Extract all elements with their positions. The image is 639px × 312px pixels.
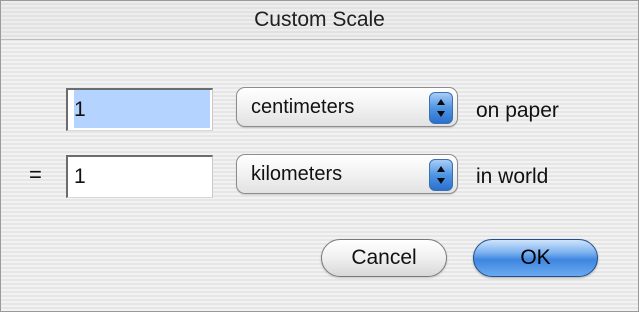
paper-value-text: 1 [74,98,86,121]
world-unit-label: kilometers [251,163,343,185]
cancel-button[interactable]: Cancel [321,239,447,277]
cancel-button-label: Cancel [351,246,417,269]
ok-button-label: OK [520,246,551,269]
dialog-title: Custom Scale [254,8,385,31]
world-suffix-label: in world [476,165,549,188]
up-down-chevron-icon [429,92,453,124]
paper-value-selection: 1 [74,90,210,128]
title-bar[interactable]: Custom Scale [1,1,638,40]
paper-unit-label: centimeters [251,96,355,118]
equals-sign: = [29,162,42,187]
world-value-field[interactable]: 1 [66,155,213,198]
ok-button[interactable]: OK [473,239,598,277]
custom-scale-dialog: Custom Scale 1 centimeters on paper = 1 … [0,0,639,312]
paper-value-field[interactable]: 1 [66,88,213,131]
world-value-text: 1 [74,165,86,188]
paper-suffix-label: on paper [476,99,559,122]
world-unit-popup[interactable]: kilometers [236,154,458,194]
up-down-chevron-icon [429,159,453,191]
paper-unit-popup[interactable]: centimeters [236,87,458,127]
